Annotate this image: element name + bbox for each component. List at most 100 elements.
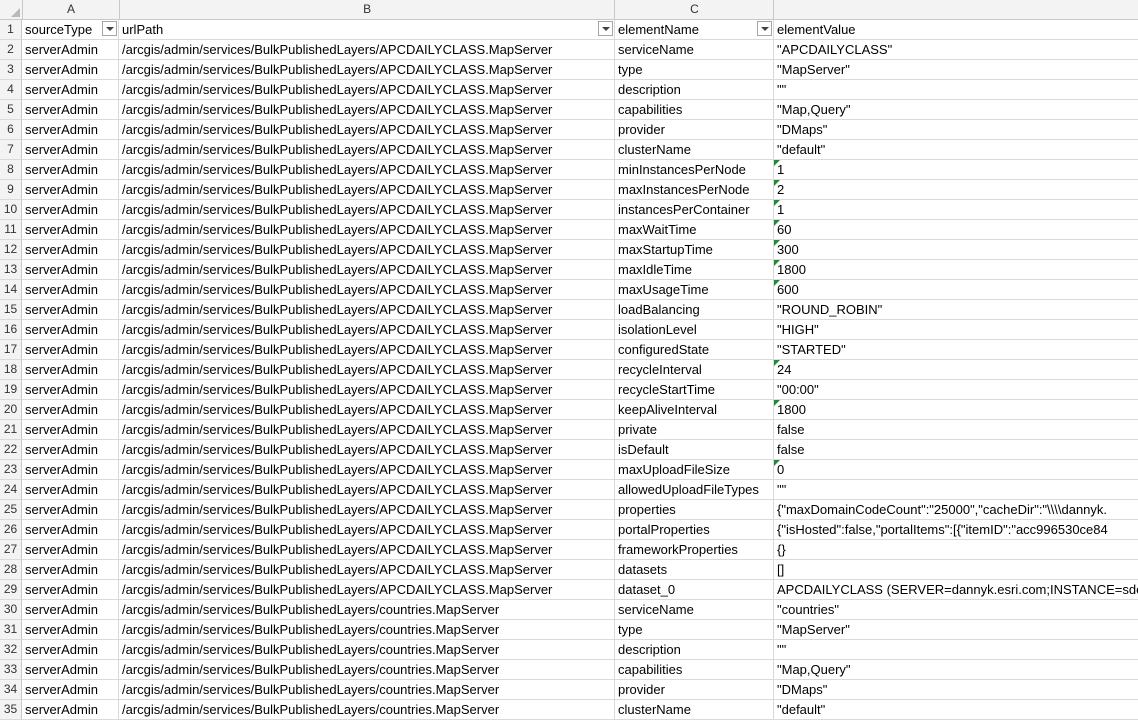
cell-elementvalue[interactable]: 1800 — [774, 400, 1138, 419]
error-indicator-icon[interactable] — [774, 240, 780, 246]
row-number[interactable]: 11 — [0, 220, 22, 239]
cell-elementvalue[interactable]: "MapServer" — [774, 620, 1138, 639]
cell-sourcetype[interactable]: serverAdmin — [22, 80, 119, 99]
cell-urlpath[interactable]: /arcgis/admin/services/BulkPublishedLaye… — [119, 180, 615, 199]
cell-elementvalue[interactable]: false — [774, 420, 1138, 439]
cell-urlpath[interactable]: /arcgis/admin/services/BulkPublishedLaye… — [119, 700, 615, 719]
cell-elementname[interactable]: type — [615, 620, 774, 639]
cell-urlpath[interactable]: /arcgis/admin/services/BulkPublishedLaye… — [119, 540, 615, 559]
header-cell-urlpath[interactable]: urlPath — [119, 20, 615, 39]
cell-sourcetype[interactable]: serverAdmin — [22, 600, 119, 619]
row-number[interactable]: 10 — [0, 200, 22, 219]
cell-elementname[interactable]: isDefault — [615, 440, 774, 459]
cell-urlpath[interactable]: /arcgis/admin/services/BulkPublishedLaye… — [119, 400, 615, 419]
cell-urlpath[interactable]: /arcgis/admin/services/BulkPublishedLaye… — [119, 600, 615, 619]
cell-elementname[interactable]: datasets — [615, 560, 774, 579]
cell-sourcetype[interactable]: serverAdmin — [22, 340, 119, 359]
row-number[interactable]: 5 — [0, 100, 22, 119]
row-number[interactable]: 2 — [0, 40, 22, 59]
cell-elementvalue[interactable]: 60 — [774, 220, 1138, 239]
cell-sourcetype[interactable]: serverAdmin — [22, 500, 119, 519]
row-number[interactable]: 17 — [0, 340, 22, 359]
cell-elementname[interactable]: maxUploadFileSize — [615, 460, 774, 479]
cell-sourcetype[interactable]: serverAdmin — [22, 260, 119, 279]
error-indicator-icon[interactable] — [774, 360, 780, 366]
row-number[interactable]: 12 — [0, 240, 22, 259]
column-header-c[interactable]: C — [615, 0, 775, 19]
cell-elementvalue[interactable]: {"maxDomainCodeCount":"25000","cacheDir"… — [774, 500, 1138, 519]
cell-sourcetype[interactable]: serverAdmin — [22, 160, 119, 179]
cell-urlpath[interactable]: /arcgis/admin/services/BulkPublishedLaye… — [119, 460, 615, 479]
cell-urlpath[interactable]: /arcgis/admin/services/BulkPublishedLaye… — [119, 480, 615, 499]
row-number[interactable]: 1 — [0, 20, 22, 39]
cell-sourcetype[interactable]: serverAdmin — [22, 240, 119, 259]
cell-sourcetype[interactable]: serverAdmin — [22, 480, 119, 499]
cell-urlpath[interactable]: /arcgis/admin/services/BulkPublishedLaye… — [119, 500, 615, 519]
row-number[interactable]: 6 — [0, 120, 22, 139]
row-number[interactable]: 33 — [0, 660, 22, 679]
cell-elementvalue[interactable]: 2 — [774, 180, 1138, 199]
cell-urlpath[interactable]: /arcgis/admin/services/BulkPublishedLaye… — [119, 640, 615, 659]
cell-elementvalue[interactable]: {} — [774, 540, 1138, 559]
cell-urlpath[interactable]: /arcgis/admin/services/BulkPublishedLaye… — [119, 260, 615, 279]
cell-sourcetype[interactable]: serverAdmin — [22, 100, 119, 119]
row-number[interactable]: 21 — [0, 420, 22, 439]
cell-urlpath[interactable]: /arcgis/admin/services/BulkPublishedLaye… — [119, 220, 615, 239]
cell-urlpath[interactable]: /arcgis/admin/services/BulkPublishedLaye… — [119, 320, 615, 339]
cell-elementvalue[interactable]: 0 — [774, 460, 1138, 479]
cell-elementname[interactable]: provider — [615, 680, 774, 699]
cell-urlpath[interactable]: /arcgis/admin/services/BulkPublishedLaye… — [119, 580, 615, 599]
cell-elementvalue[interactable]: "00:00" — [774, 380, 1138, 399]
row-number[interactable]: 16 — [0, 320, 22, 339]
cell-urlpath[interactable]: /arcgis/admin/services/BulkPublishedLaye… — [119, 40, 615, 59]
cell-sourcetype[interactable]: serverAdmin — [22, 380, 119, 399]
cell-elementname[interactable]: private — [615, 420, 774, 439]
cell-sourcetype[interactable]: serverAdmin — [22, 520, 119, 539]
cell-sourcetype[interactable]: serverAdmin — [22, 120, 119, 139]
error-indicator-icon[interactable] — [774, 260, 780, 266]
row-number[interactable]: 4 — [0, 80, 22, 99]
row-number[interactable]: 23 — [0, 460, 22, 479]
row-number[interactable]: 24 — [0, 480, 22, 499]
cell-elementname[interactable]: isolationLevel — [615, 320, 774, 339]
row-number[interactable]: 20 — [0, 400, 22, 419]
row-number[interactable]: 32 — [0, 640, 22, 659]
cell-sourcetype[interactable]: serverAdmin — [22, 140, 119, 159]
cell-elementname[interactable]: instancesPerContainer — [615, 200, 774, 219]
cell-elementname[interactable]: keepAliveInterval — [615, 400, 774, 419]
cell-urlpath[interactable]: /arcgis/admin/services/BulkPublishedLaye… — [119, 300, 615, 319]
error-indicator-icon[interactable] — [774, 460, 780, 466]
error-indicator-icon[interactable] — [774, 160, 780, 166]
cell-elementname[interactable]: properties — [615, 500, 774, 519]
cell-sourcetype[interactable]: serverAdmin — [22, 640, 119, 659]
cell-sourcetype[interactable]: serverAdmin — [22, 680, 119, 699]
cell-urlpath[interactable]: /arcgis/admin/services/BulkPublishedLaye… — [119, 240, 615, 259]
cell-elementname[interactable]: maxStartupTime — [615, 240, 774, 259]
cell-elementname[interactable]: allowedUploadFileTypes — [615, 480, 774, 499]
header-cell-elementvalue[interactable]: elementValue — [774, 20, 1138, 39]
row-number[interactable]: 18 — [0, 360, 22, 379]
filter-dropdown-icon[interactable] — [102, 21, 117, 36]
cell-urlpath[interactable]: /arcgis/admin/services/BulkPublishedLaye… — [119, 360, 615, 379]
cell-elementname[interactable]: clusterName — [615, 700, 774, 719]
filter-dropdown-icon[interactable] — [757, 21, 772, 36]
cell-elementname[interactable]: dataset_0 — [615, 580, 774, 599]
column-header-d[interactable] — [774, 0, 1138, 19]
cell-elementvalue[interactable]: "DMaps" — [774, 680, 1138, 699]
cell-sourcetype[interactable]: serverAdmin — [22, 620, 119, 639]
cell-elementname[interactable]: recycleInterval — [615, 360, 774, 379]
cell-elementvalue[interactable]: 600 — [774, 280, 1138, 299]
cell-elementvalue[interactable]: "countries" — [774, 600, 1138, 619]
row-number[interactable]: 9 — [0, 180, 22, 199]
cell-elementname[interactable]: maxUsageTime — [615, 280, 774, 299]
row-number[interactable]: 27 — [0, 540, 22, 559]
cell-elementname[interactable]: maxInstancesPerNode — [615, 180, 774, 199]
cell-urlpath[interactable]: /arcgis/admin/services/BulkPublishedLaye… — [119, 200, 615, 219]
cell-elementname[interactable]: serviceName — [615, 600, 774, 619]
cell-elementvalue[interactable]: "ROUND_ROBIN" — [774, 300, 1138, 319]
cell-elementvalue[interactable]: false — [774, 440, 1138, 459]
cell-elementvalue[interactable]: 1800 — [774, 260, 1138, 279]
row-number[interactable]: 30 — [0, 600, 22, 619]
column-header-b[interactable]: B — [120, 0, 616, 19]
cell-sourcetype[interactable]: serverAdmin — [22, 460, 119, 479]
